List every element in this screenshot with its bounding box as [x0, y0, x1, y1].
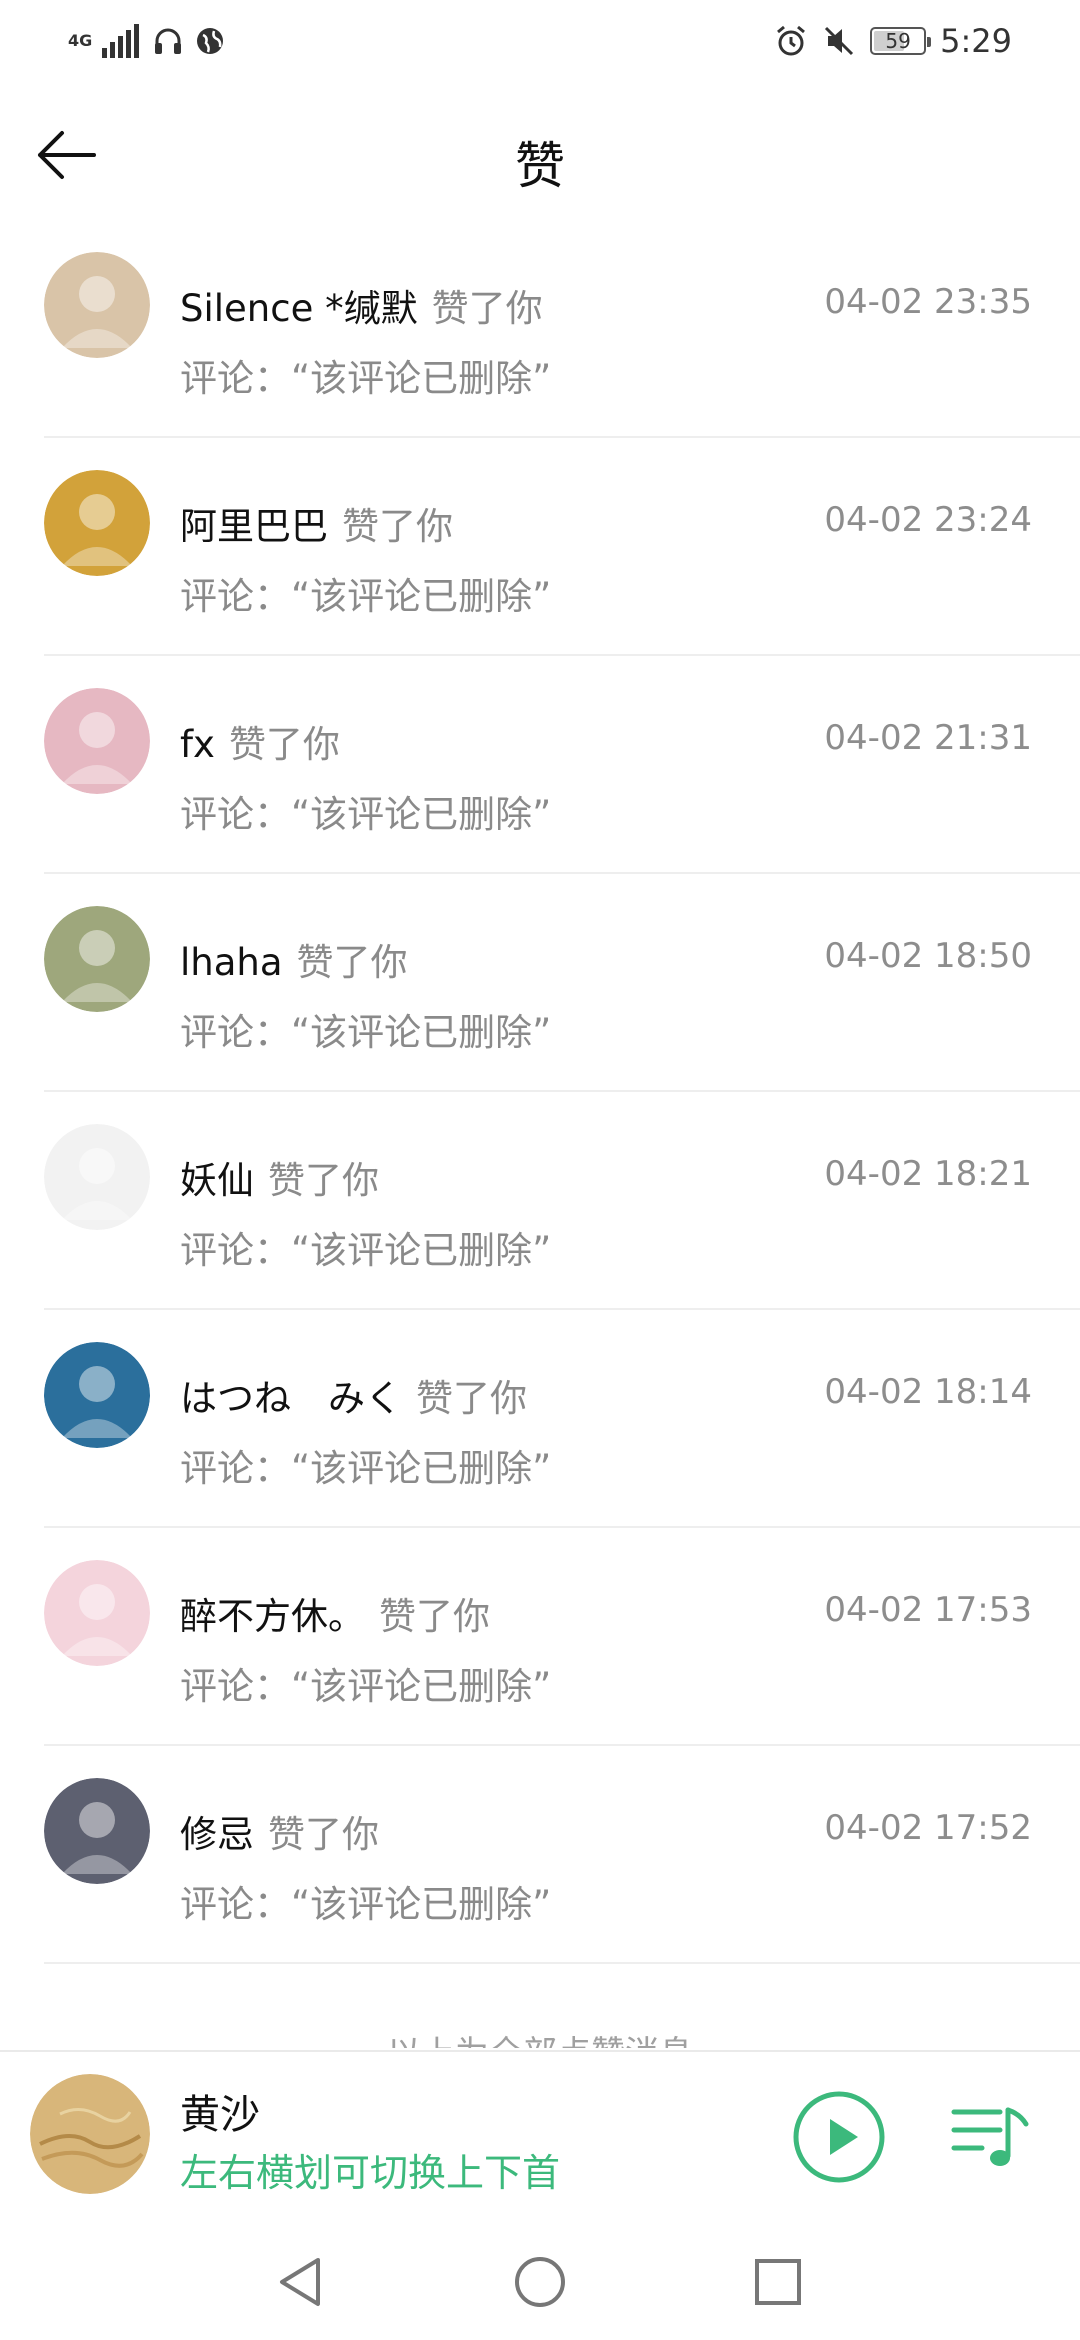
alarm-icon: [777, 25, 806, 56]
name-line: Silence *缄默 赞了你: [180, 278, 543, 332]
page-title: 赞: [515, 137, 565, 195]
name-line: lhaha 赞了你: [180, 932, 408, 986]
user-avatar[interactable]: [44, 1124, 150, 1230]
like-time: 04-02 18:14: [824, 1372, 1032, 1412]
comment-text: 评论：“该评论已删除”: [180, 1883, 552, 1926]
like-time: 04-02 21:31: [824, 718, 1032, 758]
user-avatar[interactable]: [44, 252, 150, 358]
like-action-text: 赞了你: [268, 1159, 379, 1202]
album-cover-art: [30, 2074, 150, 2194]
user-name[interactable]: 修忌: [180, 1813, 254, 1856]
nav-recents-icon: [755, 2259, 801, 2305]
like-list-item[interactable]: lhaha 赞了你 04-02 18:50 评论：“该评论已删除”: [44, 874, 1080, 1092]
like-time: 04-02 17:52: [824, 1808, 1032, 1848]
playlist-button[interactable]: [950, 2102, 1030, 2174]
system-nav-bar: [0, 2220, 1080, 2340]
network-type-label: 4G: [68, 31, 93, 50]
mute-icon: [825, 26, 854, 56]
song-title: 黄沙: [180, 2092, 260, 2138]
playlist-icon: [951, 2107, 1029, 2166]
battery-icon: 59: [870, 27, 932, 55]
user-avatar[interactable]: [44, 1342, 150, 1448]
avatar-image: [44, 470, 150, 576]
play-button[interactable]: [792, 2090, 886, 2184]
user-name[interactable]: 阿里巴巴: [180, 505, 328, 548]
avatar-image: [44, 252, 150, 358]
like-action-text: 赞了你: [431, 287, 543, 330]
status-time: 5:29: [940, 22, 1012, 60]
nav-back-icon: [280, 2258, 320, 2306]
like-list-item[interactable]: はつね みく 赞了你 04-02 18:14 评论：“该评论已删除”: [44, 1310, 1080, 1528]
avatar-image: [44, 1342, 150, 1448]
name-line: はつね みく 赞了你: [180, 1368, 527, 1422]
status-left: 4G: [68, 24, 226, 58]
user-name[interactable]: Silence *缄默: [180, 287, 418, 330]
user-name[interactable]: 妖仙: [180, 1159, 254, 1202]
globe-icon: [197, 28, 223, 54]
user-avatar[interactable]: [44, 1560, 150, 1666]
like-action-text: 赞了你: [342, 505, 453, 548]
mini-player[interactable]: 黄沙 左右横划可切换上下首: [0, 2050, 1080, 2220]
album-cover[interactable]: [30, 2074, 150, 2194]
user-avatar[interactable]: [44, 1778, 150, 1884]
like-action-text: 赞了你: [379, 1595, 490, 1638]
user-name[interactable]: fx: [180, 723, 215, 766]
comment-text: 评论：“该评论已删除”: [180, 1229, 552, 1272]
comment-text: 评论：“该评论已删除”: [180, 1665, 552, 1708]
like-list-item[interactable]: 妖仙 赞了你 04-02 18:21 评论：“该评论已删除”: [44, 1092, 1080, 1310]
avatar-image: [44, 688, 150, 794]
comment-text: 评论：“该评论已删除”: [180, 793, 552, 836]
name-line: 修忌 赞了你: [180, 1804, 379, 1858]
like-time: 04-02 18:50: [824, 936, 1032, 976]
list-end-text: 以上为全部点赞消息: [0, 2024, 1080, 2048]
name-line: fx 赞了你: [180, 714, 340, 768]
play-circle-icon: [793, 2091, 885, 2183]
like-time: 04-02 18:21: [824, 1154, 1032, 1194]
status-bar: 4G 59 5:29: [0, 0, 1080, 90]
header: 赞: [0, 90, 1080, 220]
player-hint: 左右横划可切换上下首: [180, 2151, 561, 2195]
user-name[interactable]: はつね みく: [180, 1377, 402, 1420]
comment-text: 评论：“该评论已删除”: [180, 575, 552, 618]
nav-recents-button[interactable]: [738, 2242, 818, 2322]
nav-back-button[interactable]: [260, 2242, 340, 2322]
status-right: 59 5:29: [774, 22, 1012, 60]
headphones-icon: [155, 28, 181, 54]
user-name[interactable]: 醉不方休。: [180, 1595, 365, 1638]
comment-text: 评论：“该评论已删除”: [180, 357, 552, 400]
like-list-item[interactable]: Silence *缄默 赞了你 04-02 23:35 评论：“该评论已删除”: [44, 220, 1080, 438]
user-avatar[interactable]: [44, 906, 150, 1012]
avatar-image: [44, 1124, 150, 1230]
user-avatar[interactable]: [44, 688, 150, 794]
comment-text: 评论：“该评论已删除”: [180, 1447, 552, 1490]
name-line: 妖仙 赞了你: [180, 1150, 379, 1204]
like-time: 04-02 23:35: [824, 282, 1032, 322]
like-time: 04-02 17:53: [824, 1590, 1032, 1630]
like-action-text: 赞了你: [416, 1377, 527, 1420]
battery-level: 59: [885, 29, 911, 53]
like-list-item[interactable]: 醉不方休。 赞了你 04-02 17:53 评论：“该评论已删除”: [44, 1528, 1080, 1746]
name-line: 醉不方休。 赞了你: [180, 1586, 490, 1640]
nav-home-button[interactable]: [500, 2242, 580, 2322]
like-time: 04-02 23:24: [824, 500, 1032, 540]
like-action-text: 赞了你: [228, 723, 340, 766]
avatar-image: [44, 906, 150, 1012]
avatar-image: [44, 1778, 150, 1884]
user-avatar[interactable]: [44, 470, 150, 576]
signal-icon: [102, 24, 139, 58]
comment-text: 评论：“该评论已删除”: [180, 1011, 552, 1054]
like-list-item[interactable]: 修忌 赞了你 04-02 17:52 评论：“该评论已删除”: [44, 1746, 1080, 1964]
like-list-item[interactable]: fx 赞了你 04-02 21:31 评论：“该评论已删除”: [44, 656, 1080, 874]
likes-list: Silence *缄默 赞了你 04-02 23:35 评论：“该评论已删除” 阿里巴巴…: [0, 220, 1080, 1964]
like-action-text: 赞了你: [296, 941, 408, 984]
avatar-image: [44, 1560, 150, 1666]
like-list-item[interactable]: 阿里巴巴 赞了你 04-02 23:24 评论：“该评论已删除”: [44, 438, 1080, 656]
like-action-text: 赞了你: [268, 1813, 379, 1856]
nav-home-icon: [515, 2257, 565, 2307]
name-line: 阿里巴巴 赞了你: [180, 496, 453, 550]
user-name[interactable]: lhaha: [180, 941, 283, 984]
